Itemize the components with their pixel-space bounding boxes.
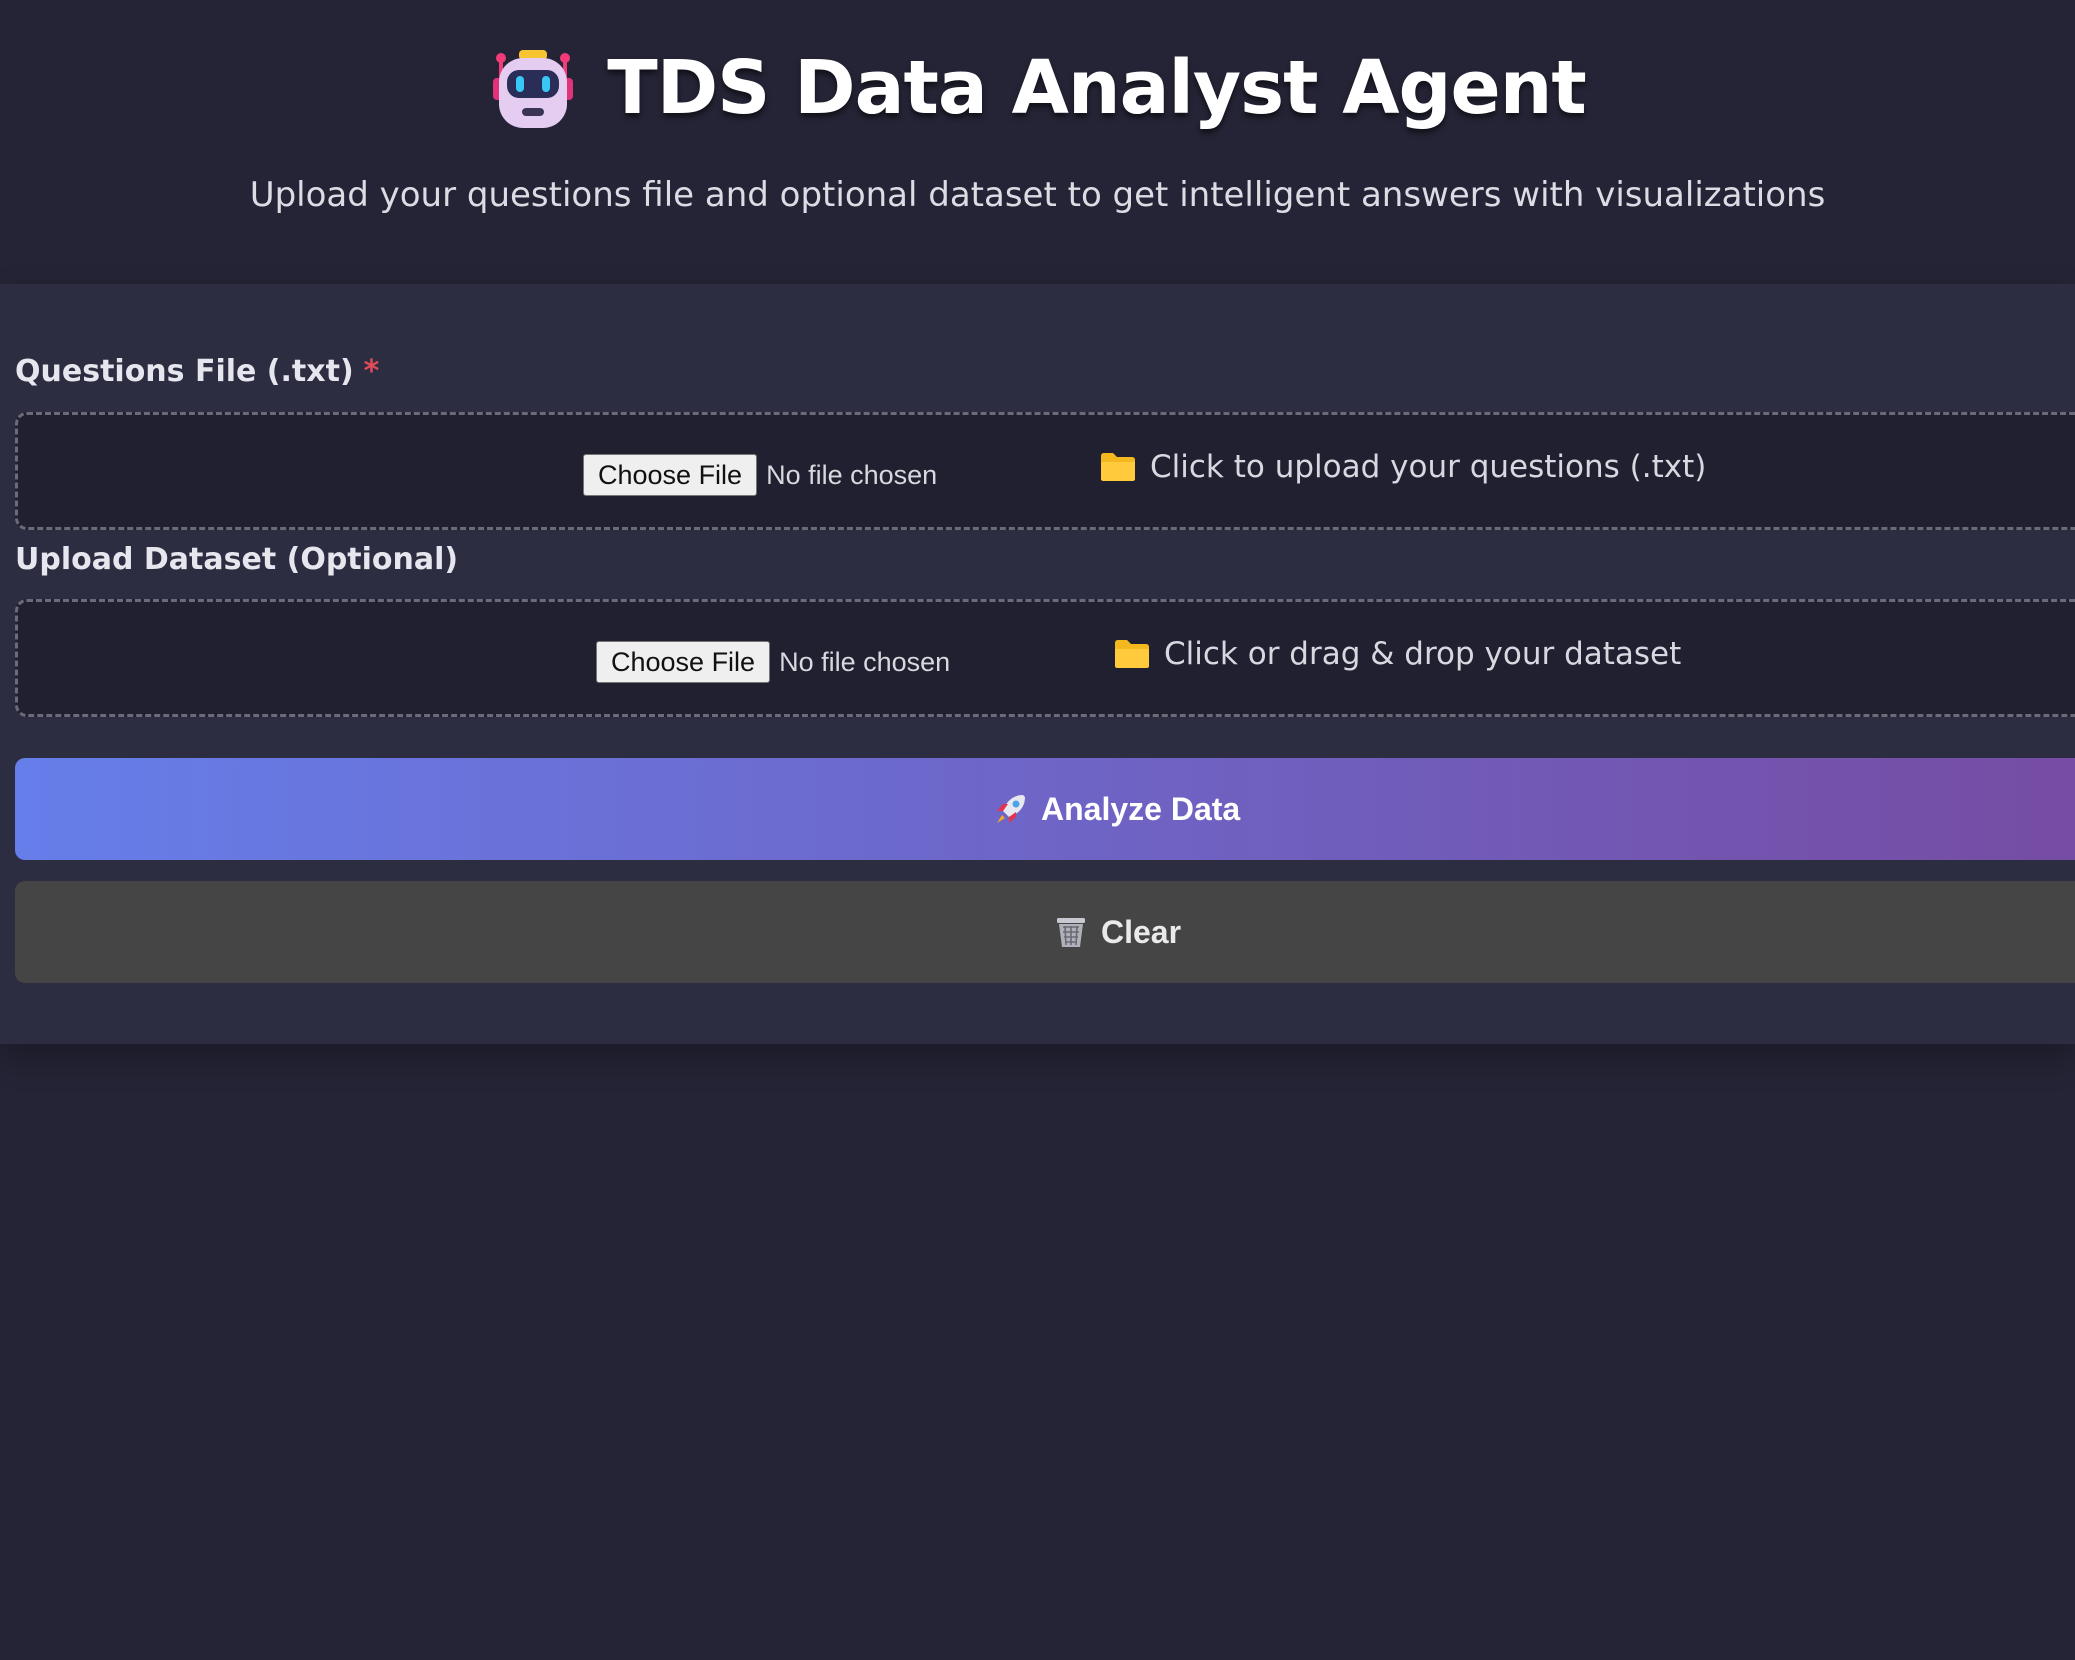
rocket-icon (997, 795, 1025, 823)
clear-button-content: Clear (1053, 914, 1181, 951)
required-mark: * (363, 354, 380, 389)
dataset-choose-file-button[interactable]: Choose File (596, 641, 771, 683)
questions-drop-hint[interactable]: Click to upload your questions (.txt) (1100, 449, 1706, 485)
clear-button-label: Clear (1101, 913, 1182, 950)
dataset-label: Upload Dataset (Optional) (15, 542, 459, 577)
page-subtitle: Upload your questions file and optional … (249, 175, 1826, 215)
dataset-drop-hint[interactable]: Click or drag & drop your dataset (1114, 636, 1681, 672)
page-title: TDS Data Analyst Agent (607, 45, 1587, 131)
dataset-dropzone[interactable]: Choose File No file chosen Click or drag… (15, 599, 2075, 717)
questions-drop-hint-text: Click to upload your questions (.txt) (1150, 449, 1707, 485)
dataset-file-input[interactable]: Choose File No file chosen (596, 641, 950, 683)
wastebasket-icon (1057, 918, 1085, 947)
clear-button[interactable]: Clear (15, 881, 2075, 983)
page-header: TDS Data Analyst Agent Upload your quest… (0, 0, 2075, 284)
questions-file-input[interactable]: Choose File No file chosen (583, 454, 937, 496)
questions-file-label: Questions File (.txt) * (15, 354, 379, 389)
analyze-data-button[interactable]: Analyze Data (15, 758, 2075, 860)
dataset-file-status: No file chosen (779, 646, 951, 677)
folder-icon (1115, 640, 1149, 668)
analyze-button-label: Analyze Data (1041, 790, 1241, 827)
questions-file-status: No file chosen (766, 459, 938, 490)
folder-icon (1101, 453, 1135, 481)
questions-file-label-text: Questions File (.txt) (15, 354, 354, 389)
dataset-drop-hint-text: Click or drag & drop your dataset (1164, 636, 1682, 672)
questions-dropzone[interactable]: Choose File No file chosen Click to uplo… (15, 412, 2075, 530)
robot-icon (493, 50, 574, 128)
questions-choose-file-button[interactable]: Choose File (583, 454, 758, 496)
analyze-button-content: Analyze Data (993, 791, 1240, 828)
title-row: TDS Data Analyst Agent (0, 44, 2075, 132)
upload-panel: Questions File (.txt) * Choose File No fi… (0, 284, 2075, 1044)
